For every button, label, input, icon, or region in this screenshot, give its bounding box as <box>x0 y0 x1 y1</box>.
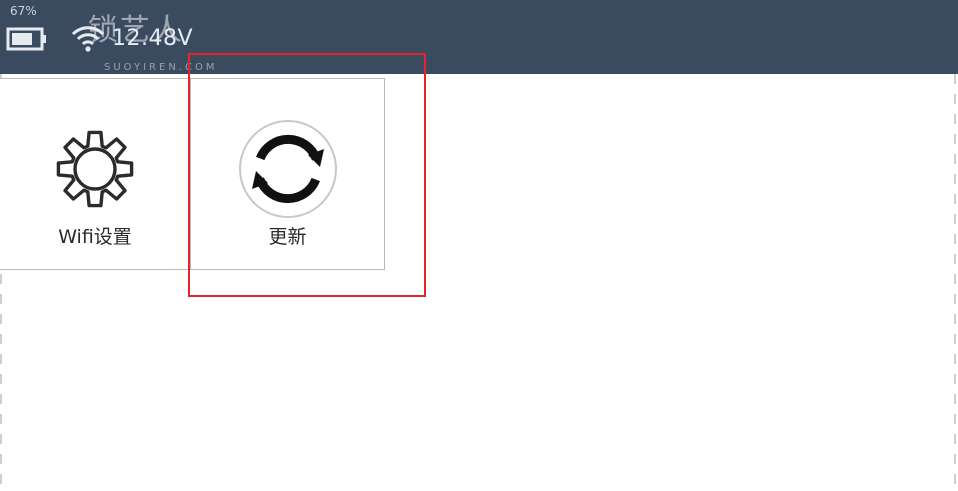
wifi-settings-label: Wifi设置 <box>58 226 132 248</box>
voltage-readout: 12.48V <box>112 26 194 51</box>
battery-icon <box>6 26 48 56</box>
settings-tile-grid: Wifi设置 更新 <box>0 78 385 270</box>
update-label: 更新 <box>268 226 307 248</box>
status-bar: 67% 12.48V 锁艺人 SUOYIREN.COM <box>0 0 958 74</box>
wifi-settings-tile[interactable]: Wifi设置 <box>0 79 191 269</box>
watermark-url: SUOYIREN.COM <box>104 62 218 73</box>
right-edge-divider <box>954 74 956 491</box>
wifi-icon <box>70 22 106 58</box>
gear-icon <box>43 117 147 225</box>
battery-percent: 67% <box>10 4 37 18</box>
refresh-icon <box>236 117 340 225</box>
update-tile[interactable]: 更新 <box>191 79 384 269</box>
